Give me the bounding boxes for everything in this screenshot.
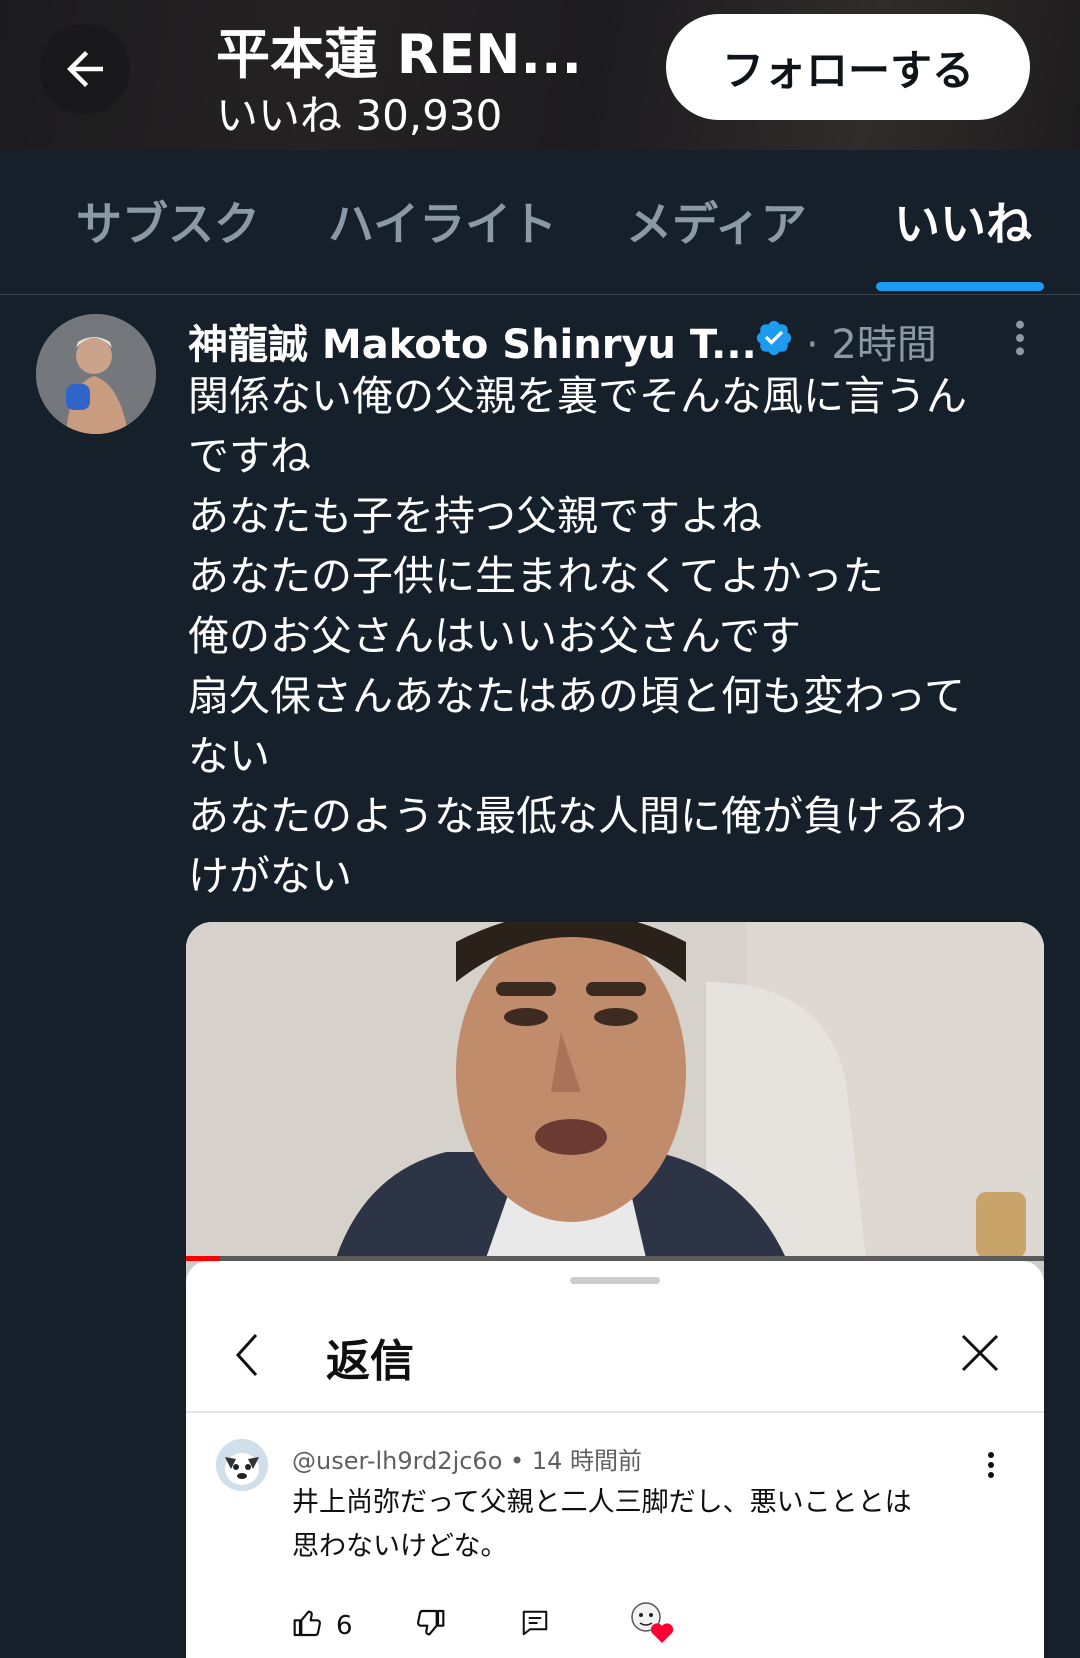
more-options-icon[interactable] (1006, 318, 1034, 358)
meta-separator: • (510, 1447, 532, 1475)
dog-avatar-image (216, 1439, 268, 1491)
tweet-text: 関係ない俺の父親を裏でそんな風に言うん ですね あなたも子を持つ父親ですよね あ… (188, 372, 967, 900)
arrow-left-icon (67, 51, 103, 87)
close-icon[interactable] (960, 1333, 1000, 1373)
profile-header: 平本蓮 REN... いいね 30,930 フォローする (0, 0, 1080, 150)
profile-tabs: サブスク ハイライト メディア いいね (0, 150, 1080, 295)
comment-meta: @user-lh9rd2jc6o • 14 時間前 (292, 1441, 642, 1476)
tab-media[interactable]: メディア (626, 188, 807, 254)
follow-button[interactable]: フォローする (666, 14, 1030, 120)
tweet-author-name[interactable]: 神龍誠 Makoto Shinryu T... (188, 312, 757, 370)
profile-name: 平本蓮 REN... (216, 23, 583, 86)
comment-time: 14 時間前 (531, 1447, 642, 1475)
tab-likes[interactable]: いいね (894, 188, 1032, 254)
sheet-drag-handle[interactable] (570, 1277, 660, 1284)
tweet-media[interactable]: 返信 @user-lh9rd2jc6o • 14 時間前 井上尚弥だって父親と二… (186, 922, 1044, 1658)
active-tab-indicator (876, 282, 1044, 291)
comment-more-icon[interactable] (986, 1451, 996, 1479)
creator-heart-icon (631, 1602, 674, 1643)
sheet-divider (186, 1411, 1044, 1413)
reply-sheet: 返信 @user-lh9rd2jc6o • 14 時間前 井上尚弥だって父親と二… (186, 1261, 1044, 1658)
video-thumbnail[interactable] (186, 922, 1044, 1258)
thumbs-up-icon[interactable] (292, 1607, 324, 1639)
like-count: 6 (336, 1611, 353, 1641)
sheet-title: 返信 (326, 1336, 414, 1387)
likes-count: いいね 30,930 (216, 91, 503, 140)
author-avatar[interactable] (36, 314, 156, 434)
verified-badge-icon (756, 320, 792, 356)
comment-text: 井上尚弥だって父親と二人三脚だし、悪いこととは 思わないけどな。 (292, 1487, 912, 1562)
avatar-image (36, 314, 156, 434)
tweet-timestamp: · 2時間 (806, 322, 937, 368)
reply-comment-icon[interactable] (520, 1607, 550, 1639)
comment-avatar[interactable] (216, 1439, 268, 1491)
back-button[interactable] (40, 24, 130, 114)
tab-subscriptions[interactable]: サブスク (76, 188, 260, 254)
tab-highlights[interactable]: ハイライト (328, 188, 557, 254)
thumbs-down-icon[interactable] (414, 1607, 446, 1639)
comment-username[interactable]: @user-lh9rd2jc6o (292, 1447, 502, 1475)
chevron-left-icon[interactable] (232, 1331, 262, 1379)
